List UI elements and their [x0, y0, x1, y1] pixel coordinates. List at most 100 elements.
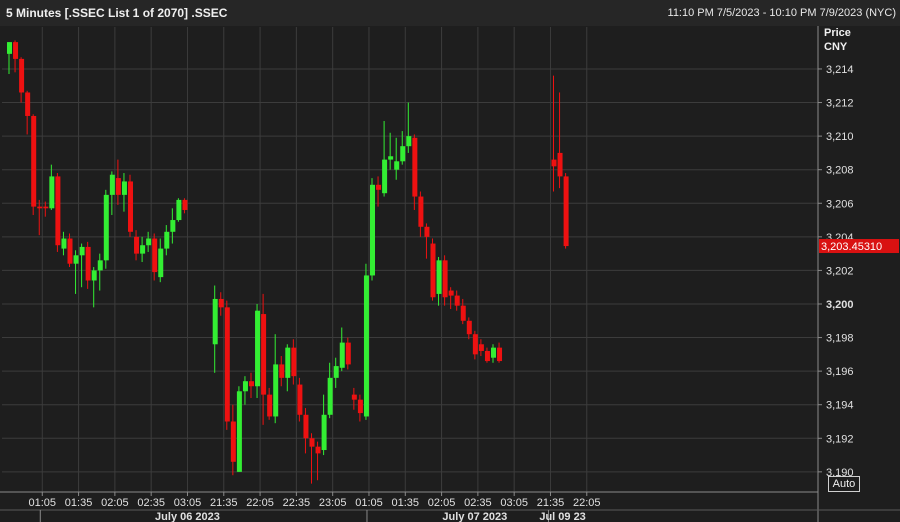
x-tick-label: 22:05: [246, 497, 274, 509]
candle-body: [388, 156, 394, 160]
x-tick-label: 22:05: [573, 497, 601, 509]
y-tick-label: 3,200: [826, 299, 854, 311]
candle-body: [327, 377, 333, 415]
candlestick-chart[interactable]: PriceCNY3,1903,1923,1943,1963,1983,2003,…: [0, 26, 900, 522]
candle-body: [370, 184, 375, 276]
x-tick-label: 01:35: [65, 497, 93, 509]
candle-body: [176, 199, 182, 221]
candle-body: [218, 298, 224, 308]
candle-body: [412, 137, 418, 197]
candle-body: [261, 314, 267, 395]
candle-body: [339, 342, 345, 368]
candle-body: [55, 176, 61, 246]
date-label: Jul 09 23: [539, 511, 585, 522]
candle-body: [31, 115, 37, 207]
x-tick-label: 21:35: [537, 497, 565, 509]
candle-body: [7, 42, 12, 54]
y-tick-label: 3,202: [826, 265, 854, 277]
candle-body: [303, 414, 309, 439]
candle-body: [333, 366, 339, 378]
time-range-label: 11:10 PM 7/5/2023 - 10:10 PM 7/9/2023 (N…: [667, 7, 896, 19]
candle-up: [370, 178, 375, 281]
candle-up: [103, 189, 109, 269]
y-tick-label: 3,208: [826, 165, 854, 177]
candle-body: [363, 275, 369, 417]
candle-body: [67, 238, 73, 264]
candle-body: [321, 414, 327, 451]
candle-body: [309, 438, 315, 447]
candle-body: [43, 206, 49, 209]
candle-body: [115, 178, 121, 195]
candle-body: [291, 347, 297, 377]
candle-body: [170, 220, 176, 232]
y-tick-label: 3,206: [826, 198, 854, 210]
candle-up: [236, 386, 242, 472]
candle-body: [442, 260, 448, 298]
candle-body: [418, 196, 424, 227]
candle-body: [91, 270, 97, 281]
candle-body: [478, 344, 484, 351]
y-tick-label: 3,212: [826, 98, 854, 110]
candle-body: [61, 238, 67, 249]
candle-body: [448, 290, 454, 296]
candle-body: [236, 391, 242, 472]
candle-body: [376, 184, 382, 190]
candle-body: [121, 181, 127, 195]
candle-body: [128, 181, 133, 232]
candle-body: [152, 238, 158, 273]
y-tick-label: 3,214: [826, 64, 854, 76]
candle-body: [466, 320, 472, 335]
candle-body: [13, 42, 19, 59]
x-tick-label: 22:35: [283, 497, 311, 509]
candle-body: [557, 152, 563, 177]
candle-body: [164, 231, 170, 249]
candle-body: [454, 295, 460, 306]
y-tick-label: 3,198: [826, 333, 854, 345]
candle-body: [255, 310, 261, 387]
candle-body: [158, 248, 164, 278]
candle-body: [25, 92, 31, 116]
candle-body: [460, 305, 466, 321]
candle-body: [37, 206, 43, 209]
candle-body: [382, 159, 388, 194]
candle-body: [357, 399, 363, 414]
date-label: July 07 2023: [442, 511, 507, 522]
candle-body: [249, 381, 254, 387]
candle-body: [109, 174, 115, 195]
candle-body: [285, 347, 291, 378]
y-tick-label: 3,194: [826, 400, 854, 412]
candle-body: [212, 298, 218, 345]
y-tick-label: 3,192: [826, 433, 854, 445]
candle-body: [394, 161, 400, 170]
x-tick-label: 02:05: [428, 497, 456, 509]
candle-body: [491, 347, 496, 358]
x-tick-label: 02:05: [101, 497, 129, 509]
x-tick-label: 01:05: [29, 497, 57, 509]
x-tick-label: 21:35: [210, 497, 238, 509]
candle-body: [146, 238, 152, 246]
candle-body: [79, 246, 85, 256]
candle-up: [255, 303, 261, 398]
candle-body: [400, 146, 406, 162]
candle-body: [315, 446, 321, 454]
chart-title: 5 Minutes [.SSEC List 1 of 2070] .SSEC: [6, 6, 228, 20]
candle-body: [134, 236, 140, 254]
x-tick-label: 01:35: [392, 497, 420, 509]
y-tick-label: 3,196: [826, 366, 854, 378]
x-tick-label: 01:05: [355, 497, 383, 509]
candle-body: [182, 199, 188, 210]
x-tick-label: 03:05: [174, 497, 202, 509]
candle-body: [424, 226, 430, 237]
candle-down: [128, 174, 133, 237]
candle-down: [31, 114, 37, 216]
candle-body: [224, 307, 230, 422]
candle-body: [351, 394, 357, 400]
candle-body: [484, 350, 490, 362]
x-tick-label: 23:05: [319, 497, 347, 509]
y-tick-label: 3,210: [826, 131, 854, 143]
candle-up: [363, 263, 369, 420]
candle-body: [242, 381, 248, 392]
chart-background: [0, 26, 900, 522]
candle-body: [85, 246, 91, 281]
auto-scale-button[interactable]: Auto: [828, 476, 860, 492]
